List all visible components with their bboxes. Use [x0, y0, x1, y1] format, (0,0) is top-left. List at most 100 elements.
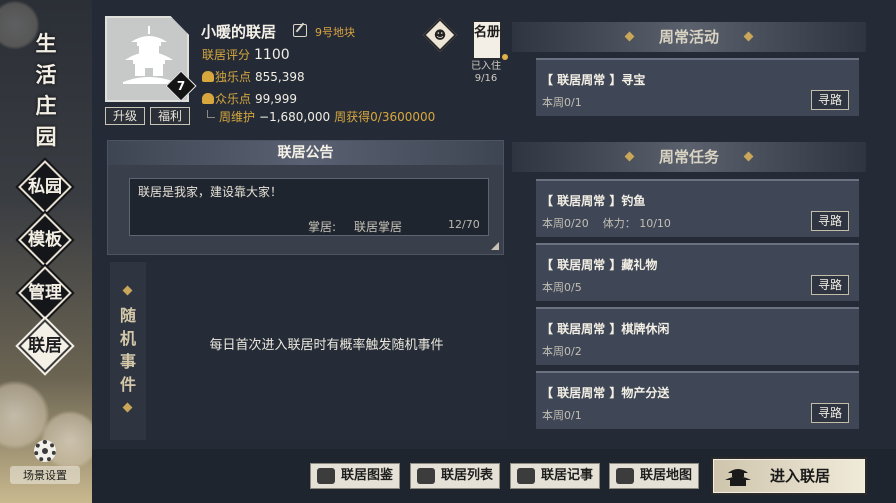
roster-label: 名册: [474, 25, 501, 40]
task-progress: 本周0/20 体力： 10/10: [542, 215, 671, 231]
nav-item-manage[interactable]: 管理: [17, 265, 73, 321]
weekly-gain: 周获得0/3600000: [334, 110, 436, 124]
gear-icon: [34, 440, 56, 462]
crowd-points-row: 众乐点 99,999: [202, 90, 297, 107]
pathfind-button[interactable]: 寻路: [811, 275, 849, 295]
nav-item-private-garden[interactable]: 私园: [17, 159, 73, 215]
task-stamina: 体力： 10/10: [602, 217, 671, 230]
left-nav: 生活庄园 私园 模板 管理 联居 场景设置: [0, 0, 92, 503]
enter-home-label: 进入联居: [770, 467, 831, 485]
solo-points-row: 独乐点 855,398: [202, 68, 305, 85]
weekly-activity-header: 周常活动: [512, 22, 866, 52]
random-events-panel: 随 机 事 件 每日首次进入联居时有概率触发随机事件: [110, 262, 507, 440]
random-events-title: 随 机 事 件: [110, 304, 146, 396]
diamond-icon: [624, 31, 635, 42]
catalog-button[interactable]: 联居图鉴: [310, 463, 401, 489]
map-button[interactable]: 联居地图: [609, 463, 700, 489]
records-button[interactable]: 联居记事: [510, 463, 601, 489]
enter-home-button[interactable]: 进入联居: [713, 459, 865, 493]
task-title: 【 联居周常 】棋牌休闲: [541, 322, 670, 336]
title-char: 机: [119, 329, 136, 348]
joined-count: 已入住 9/16: [466, 61, 506, 85]
plot-tag: 9号地块: [315, 26, 355, 39]
joined-value: 9/16: [474, 73, 498, 84]
owner-label: 掌居:: [308, 220, 337, 234]
pathfind-button[interactable]: 寻路: [811, 403, 849, 423]
crowd-points-icon: [202, 93, 214, 104]
title-char: 随: [119, 306, 136, 325]
weekly-maintenance-row: 周维护 −1,680,000 周获得0/3600000: [207, 108, 435, 125]
nav-title: 生活庄园: [35, 31, 57, 149]
diamond-icon: [624, 151, 635, 162]
task-card: 【 联居周常 】藏礼物 本周0/5 寻路: [536, 243, 859, 301]
mascot-icon: ☻: [433, 28, 447, 42]
roster-button[interactable]: 名册: [473, 21, 501, 59]
task-card: 【 联居周常 】钓鱼 本周0/20 体力： 10/10 寻路: [536, 179, 859, 237]
title-char: 件: [119, 375, 136, 394]
welfare-button[interactable]: 福利: [150, 107, 190, 125]
diamond-icon: [122, 402, 133, 413]
upgrade-button[interactable]: 升级: [105, 107, 145, 125]
pagoda-icon: [725, 469, 751, 486]
rating-label: 联居评分: [202, 48, 251, 62]
records-label: 联居记事: [541, 468, 594, 483]
nav-item-template[interactable]: 模板: [17, 212, 73, 268]
task-progress: 本周0/1: [542, 96, 582, 109]
announcement-title: 联居公告: [108, 141, 503, 165]
task-title: 【 联居周常 】物产分送: [541, 386, 670, 400]
solo-points-label: 独乐点: [215, 70, 252, 84]
maintenance-label: 周维护: [219, 110, 256, 124]
rating-row: 联居评分 1100: [202, 46, 290, 63]
solo-points-value: 855,398: [255, 70, 305, 84]
title-char: 事: [119, 352, 136, 371]
solo-points-icon: [202, 71, 214, 82]
owner-name: 联居掌居: [354, 220, 403, 234]
nav-item-label: 私园: [28, 177, 62, 197]
weekly-tasks-header: 周常任务: [512, 142, 866, 172]
weekly-tasks-title: 周常任务: [658, 148, 719, 166]
catalog-label: 联居图鉴: [341, 468, 394, 483]
catalog-icon: [317, 468, 335, 484]
list-button[interactable]: 联居列表: [410, 463, 501, 489]
diamond-icon: [122, 285, 133, 296]
char-count: 12/70: [448, 218, 480, 231]
diamond-icon: [743, 151, 754, 162]
task-title: 【 联居周常 】寻宝: [541, 73, 646, 87]
notification-dot: [502, 54, 508, 60]
task-card: 【 联居周常 】寻宝 本周0/1 寻路: [536, 58, 859, 116]
list-icon: [417, 468, 435, 484]
rating-value: 1100: [254, 47, 290, 63]
weekly-activity-title: 周常活动: [658, 28, 719, 46]
nav-item-shared-home[interactable]: 联居: [17, 318, 73, 374]
announcement-panel: 联居公告 联居是我家，建设靠大家！ 掌居: 联居掌居 12/70: [107, 140, 504, 255]
map-pin-icon: [616, 468, 634, 484]
nav-item-label: 联居: [28, 336, 62, 356]
diamond-icon: [743, 31, 754, 42]
random-events-sidebar: 随 机 事 件: [110, 262, 146, 440]
nav-item-label: 模板: [28, 230, 62, 250]
map-label: 联居地图: [640, 468, 693, 483]
announcement-text: 联居是我家，建设靠大家！: [138, 185, 283, 199]
pathfind-button[interactable]: 寻路: [811, 90, 849, 110]
task-card: 【 联居周常 】物产分送 本周0/1 寻路: [536, 371, 859, 429]
resize-corner-icon: [491, 242, 499, 250]
maintenance-value: −1,680,000: [259, 110, 331, 124]
random-events-description: 每日首次进入联居时有概率触发随机事件: [209, 338, 444, 353]
pathfind-button[interactable]: 寻路: [811, 211, 849, 231]
announcement-owner: 掌居: 联居掌居: [308, 218, 402, 235]
joined-label: 已入住: [471, 61, 501, 72]
edit-icon[interactable]: [293, 24, 307, 37]
task-title: 【 联居周常 】钓鱼: [541, 194, 646, 208]
task-progress-value: 本周0/20: [542, 217, 589, 230]
task-progress: 本周0/1: [542, 409, 582, 422]
announcement-textbox[interactable]: 联居是我家，建设靠大家！ 掌居: 联居掌居 12/70: [129, 178, 489, 236]
level-number: 7: [176, 79, 186, 93]
crowd-points-value: 99,999: [255, 92, 298, 106]
scene-settings-button[interactable]: 场景设置: [10, 440, 80, 484]
scene-settings-label: 场景设置: [10, 466, 80, 484]
task-progress: 本周0/2: [542, 345, 582, 358]
home-name: 小暖的联居: [201, 23, 277, 41]
task-title: 【 联居周常 】藏礼物: [541, 258, 658, 272]
records-icon: [517, 468, 535, 484]
task-progress: 本周0/5: [542, 281, 582, 294]
